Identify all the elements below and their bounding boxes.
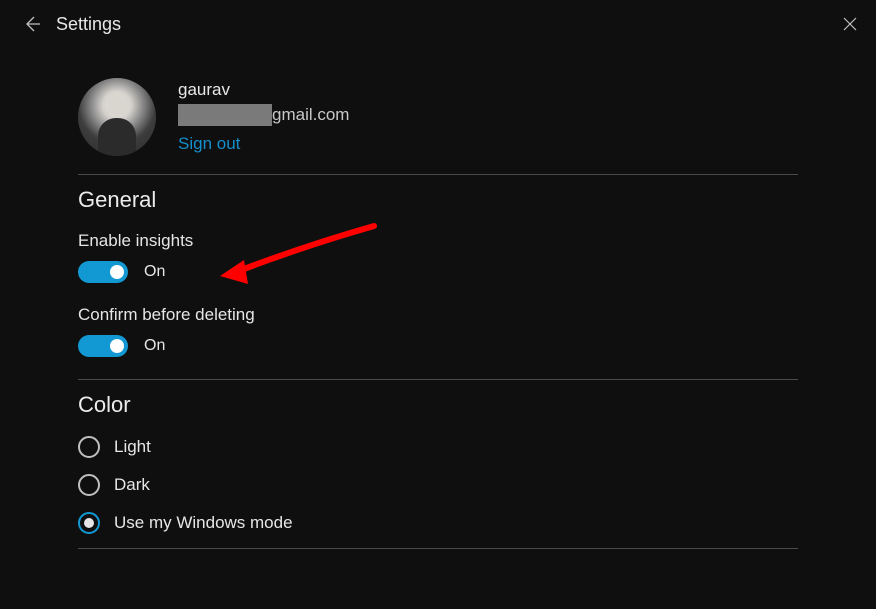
toggle-knob <box>110 265 124 279</box>
divider <box>78 174 798 175</box>
sign-out-link[interactable]: Sign out <box>178 134 349 154</box>
toggle-line: On <box>78 261 798 283</box>
toggle-state-label: On <box>144 337 165 355</box>
email-redacted <box>178 104 272 126</box>
color-radio-group: Light Dark Use my Windows mode <box>78 436 798 534</box>
close-button[interactable] <box>838 12 862 36</box>
toggle-enable-insights[interactable] <box>78 261 128 283</box>
radio-label: Dark <box>114 475 150 495</box>
section-title-general: General <box>78 187 798 213</box>
toggle-knob <box>110 339 124 353</box>
radio-circle <box>78 436 100 458</box>
setting-confirm-delete: Confirm before deleting On <box>78 305 798 357</box>
section-title-color: Color <box>78 392 798 418</box>
avatar <box>78 78 156 156</box>
settings-content: gaurav gmail.com Sign out General Enable… <box>0 48 876 549</box>
close-icon <box>842 16 858 32</box>
divider <box>78 379 798 380</box>
email-suffix: gmail.com <box>272 105 349 125</box>
profile-email: gmail.com <box>178 104 349 126</box>
radio-label: Light <box>114 437 151 457</box>
setting-label: Enable insights <box>78 231 798 251</box>
profile-section: gaurav gmail.com Sign out <box>78 78 798 156</box>
back-arrow-icon <box>22 14 42 34</box>
toggle-line: On <box>78 335 798 357</box>
page-title: Settings <box>56 14 121 35</box>
setting-enable-insights: Enable insights On <box>78 231 798 283</box>
toggle-confirm-delete[interactable] <box>78 335 128 357</box>
setting-label: Confirm before deleting <box>78 305 798 325</box>
radio-circle <box>78 512 100 534</box>
radio-circle <box>78 474 100 496</box>
radio-windows-mode[interactable]: Use my Windows mode <box>78 512 798 534</box>
header: Settings <box>0 0 876 48</box>
radio-light[interactable]: Light <box>78 436 798 458</box>
toggle-state-label: On <box>144 263 165 281</box>
radio-label: Use my Windows mode <box>114 513 293 533</box>
back-button[interactable] <box>16 8 48 40</box>
divider <box>78 548 798 549</box>
radio-dark[interactable]: Dark <box>78 474 798 496</box>
profile-info: gaurav gmail.com Sign out <box>178 78 349 154</box>
profile-name: gaurav <box>178 80 349 100</box>
